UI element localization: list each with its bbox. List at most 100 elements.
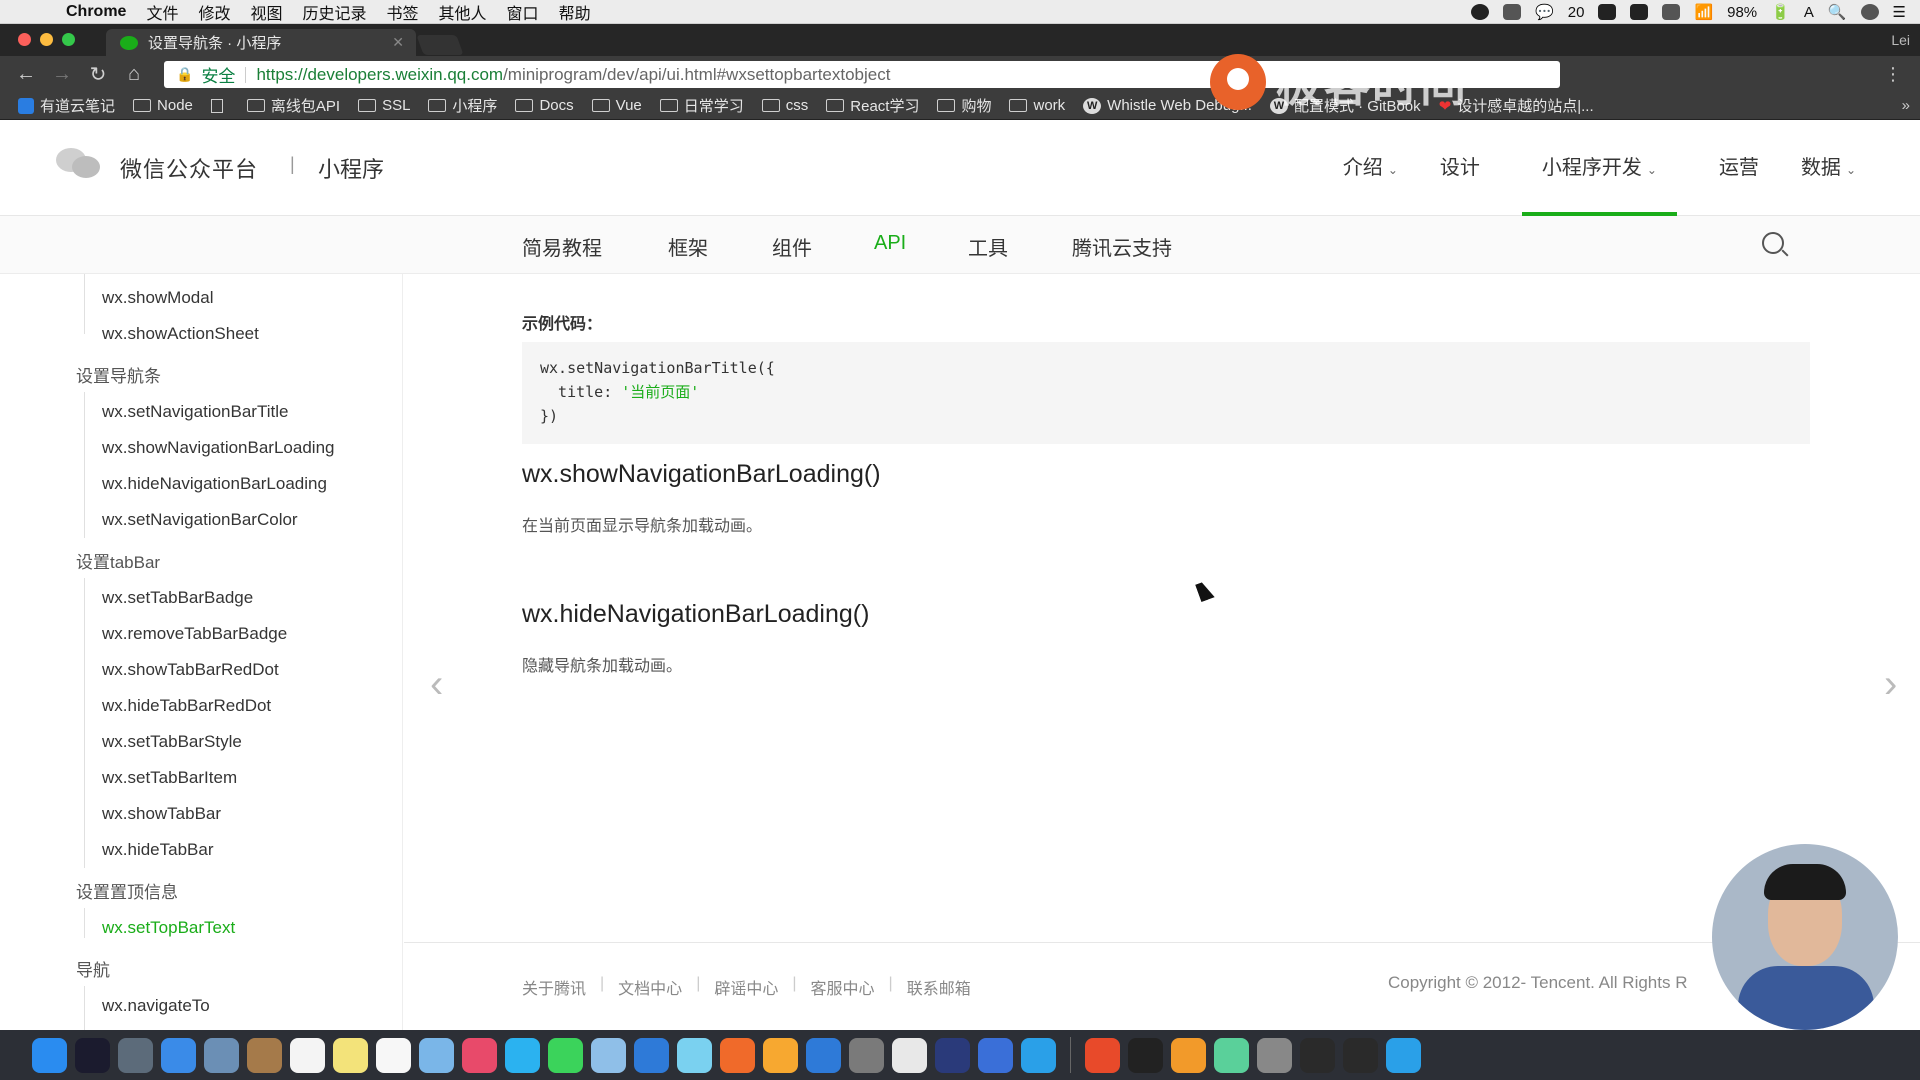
dock-app-icon[interactable]: [204, 1037, 239, 1073]
bookmark-item[interactable]: work: [1009, 97, 1065, 114]
dock-app-icon[interactable]: [935, 1037, 970, 1073]
browser-tab-active[interactable]: 设置导航条 · 小程序 ✕: [106, 29, 416, 56]
shield-icon[interactable]: [1598, 4, 1617, 20]
dock-app-icon[interactable]: [1021, 1037, 1056, 1073]
sidebar-item[interactable]: wx.hideTabBar: [102, 840, 214, 860]
dock-app-icon[interactable]: [419, 1037, 454, 1073]
reload-icon[interactable]: ↻: [80, 62, 116, 87]
record-icon[interactable]: [1471, 4, 1490, 20]
dock-app-icon[interactable]: [978, 1037, 1013, 1073]
notification-center-icon[interactable]: ☰: [1893, 3, 1906, 21]
menu-people[interactable]: 其他人: [439, 0, 487, 24]
next-page-arrow-icon[interactable]: ›: [1884, 662, 1897, 707]
back-arrow-icon[interactable]: ←: [8, 63, 44, 86]
app-tray-icon[interactable]: [1630, 4, 1649, 20]
dock-app-icon[interactable]: [462, 1037, 497, 1073]
sidebar-item[interactable]: wx.setNavigationBarColor: [102, 510, 298, 530]
bookmark-item[interactable]: 小程序: [428, 95, 497, 116]
dock-app-icon[interactable]: [1300, 1037, 1335, 1073]
sidebar-item[interactable]: wx.showNavigationBarLoading: [102, 438, 334, 458]
dock-app-icon[interactable]: [32, 1037, 67, 1073]
dock-app-icon[interactable]: [1343, 1037, 1378, 1073]
sidebar-item[interactable]: wx.setTabBarStyle: [102, 732, 242, 752]
bookmark-item[interactable]: 有道云笔记: [18, 95, 115, 116]
sidebar-item-active[interactable]: wx.setTopBarText: [102, 918, 235, 938]
site-brand[interactable]: 微信公众平台: [120, 152, 258, 184]
dock-app-icon[interactable]: [376, 1037, 411, 1073]
new-tab-button[interactable]: [416, 35, 464, 55]
sidebar-item[interactable]: wx.removeTabBarBadge: [102, 624, 287, 644]
menu-app-name[interactable]: Chrome: [66, 3, 126, 21]
code-block[interactable]: wx.setNavigationBarTitle({ title: '当前页面'…: [522, 342, 1810, 444]
dock-app-icon[interactable]: [720, 1037, 755, 1073]
dock-app-icon[interactable]: [1085, 1037, 1120, 1073]
sidebar-item[interactable]: wx.navigateTo: [102, 996, 210, 1016]
dock-app-icon[interactable]: [591, 1037, 626, 1073]
topnav-data[interactable]: 数据 ⌄: [1801, 120, 1856, 216]
bookmark-item[interactable]: 日常学习: [659, 95, 744, 116]
cloud-icon[interactable]: [1503, 4, 1522, 20]
address-bar[interactable]: 🔒 安全 https://developers.weixin.qq.com /m…: [164, 54, 1560, 112]
sidebar-group-title[interactable]: 设置导航条: [76, 362, 161, 387]
dock-app-icon[interactable]: [1171, 1037, 1206, 1073]
site-sub-brand[interactable]: 小程序: [318, 152, 384, 184]
bookmark-item[interactable]: React学习: [826, 95, 919, 116]
dock-app-icon[interactable]: [806, 1037, 841, 1073]
dock-app-icon[interactable]: [118, 1037, 153, 1073]
dock-app-icon[interactable]: [1128, 1037, 1163, 1073]
sidebar-item[interactable]: wx.hideTabBarRedDot: [102, 696, 271, 716]
sidebar-item[interactable]: wx.showTabBar: [102, 804, 221, 824]
search-icon[interactable]: [1762, 232, 1784, 254]
sidebar-item[interactable]: wx.setTabBarBadge: [102, 588, 253, 608]
dock-app-icon[interactable]: [677, 1037, 712, 1073]
dock-app-icon[interactable]: [75, 1037, 110, 1073]
bookmark-item[interactable]: Vue: [591, 97, 642, 114]
bookmark-item[interactable]: Node: [133, 97, 193, 114]
input-method-icon[interactable]: A: [1804, 4, 1814, 21]
topnav-miniprogram-dev[interactable]: 小程序开发 ⌄: [1521, 120, 1677, 216]
siri-icon[interactable]: [1860, 4, 1879, 20]
footer-link-docs[interactable]: 文档中心: [618, 975, 682, 999]
tab-close-icon[interactable]: ✕: [392, 34, 404, 51]
sidebar-item[interactable]: wx.hideNavigationBarLoading: [102, 474, 327, 494]
bookmark-item[interactable]: [210, 98, 229, 113]
menu-window[interactable]: 窗口: [507, 0, 539, 24]
subnav-components[interactable]: 组件: [772, 232, 812, 261]
topnav-intro[interactable]: 介绍 ⌄: [1343, 120, 1398, 216]
bookmark-item[interactable]: css: [761, 97, 808, 114]
dock-app-icon[interactable]: [1386, 1037, 1421, 1073]
dock-app-icon[interactable]: [161, 1037, 196, 1073]
footer-link-rumor[interactable]: 辟谣中心: [714, 975, 778, 999]
footer-link-about[interactable]: 关于腾讯: [522, 975, 586, 999]
bookmark-item[interactable]: Docs: [515, 97, 574, 114]
menu-help[interactable]: 帮助: [559, 0, 591, 24]
topnav-operations[interactable]: 运营: [1719, 120, 1759, 216]
subnav-tencent-cloud[interactable]: 腾讯云支持: [1072, 232, 1172, 261]
sidebar-item[interactable]: wx.showTabBarRedDot: [102, 660, 279, 680]
bookmarks-overflow-icon[interactable]: »: [1902, 97, 1910, 114]
dock-app-icon[interactable]: [247, 1037, 282, 1073]
close-window-button[interactable]: [18, 33, 31, 46]
wechat-logo-icon[interactable]: [56, 144, 102, 182]
subnav-tools[interactable]: 工具: [968, 232, 1008, 261]
menu-edit[interactable]: 修改: [198, 0, 230, 24]
profile-name[interactable]: Lei: [1891, 32, 1910, 48]
stack-icon[interactable]: [1662, 4, 1681, 20]
maximize-window-button[interactable]: [62, 33, 75, 46]
sidebar-item[interactable]: wx.showActionSheet: [102, 324, 259, 344]
dock-app-icon[interactable]: [333, 1037, 368, 1073]
dock-app-icon[interactable]: [1257, 1037, 1292, 1073]
dock-app-icon[interactable]: [548, 1037, 583, 1073]
dock-app-icon[interactable]: [290, 1037, 325, 1073]
prev-page-arrow-icon[interactable]: ‹: [430, 662, 443, 707]
topnav-design[interactable]: 设计: [1440, 120, 1480, 216]
menu-file[interactable]: 文件: [146, 0, 178, 24]
sidebar-item[interactable]: wx.showModal: [102, 288, 214, 308]
chrome-menu-icon[interactable]: ⋮: [1884, 64, 1902, 85]
footer-link-support[interactable]: 客服中心: [811, 975, 875, 999]
minimize-window-button[interactable]: [40, 33, 53, 46]
spotlight-search-icon[interactable]: 🔍: [1828, 3, 1847, 21]
dock-app-icon[interactable]: [763, 1037, 798, 1073]
chat-icon[interactable]: 💬: [1535, 3, 1554, 21]
dock-app-icon[interactable]: [505, 1037, 540, 1073]
